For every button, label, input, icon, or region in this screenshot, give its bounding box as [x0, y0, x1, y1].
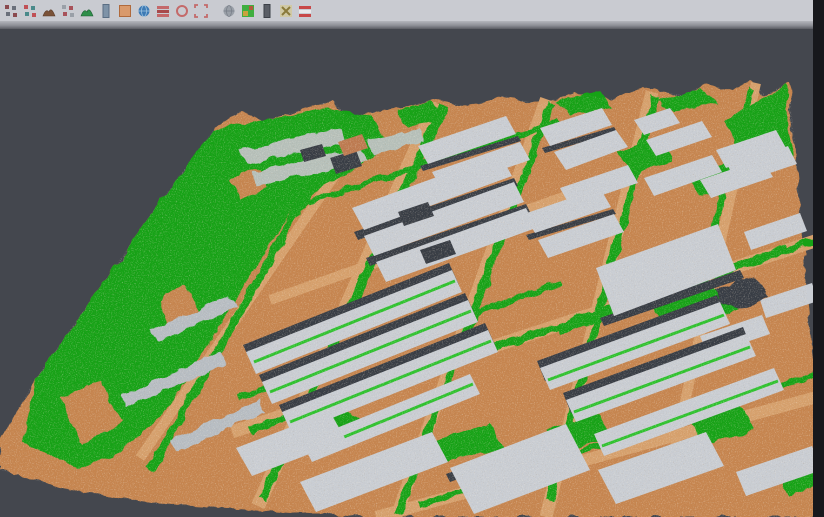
red-layers-icon[interactable]: [155, 3, 171, 19]
scatter-points-icon[interactable]: [22, 3, 38, 19]
building-column-icon[interactable]: [98, 3, 114, 19]
point-selection-icon[interactable]: [60, 3, 76, 19]
globe-icon[interactable]: [136, 3, 152, 19]
toolbar: [0, 0, 824, 21]
classified-map-icon[interactable]: [240, 3, 256, 19]
edit-points-icon[interactable]: [3, 3, 19, 19]
discard-cross-icon[interactable]: [278, 3, 294, 19]
viewport-3d[interactable]: [0, 29, 824, 517]
flag-stripes-icon[interactable]: [297, 3, 313, 19]
classify-vegetation-icon[interactable]: [79, 3, 95, 19]
camera-icon[interactable]: [259, 3, 275, 19]
target-circle-icon[interactable]: [174, 3, 190, 19]
toolbar-separator: [210, 3, 219, 19]
window-right-border: [813, 0, 824, 517]
point-cloud-scene: [0, 29, 824, 517]
ground-tile-icon[interactable]: [117, 3, 133, 19]
pointcloud-speckle-dark: [0, 29, 824, 517]
selection-brackets-icon[interactable]: [193, 3, 209, 19]
classify-ground-icon[interactable]: [41, 3, 57, 19]
application-window: [0, 0, 824, 517]
toolbar-divider: [0, 21, 824, 29]
sphere-icon[interactable]: [221, 3, 237, 19]
